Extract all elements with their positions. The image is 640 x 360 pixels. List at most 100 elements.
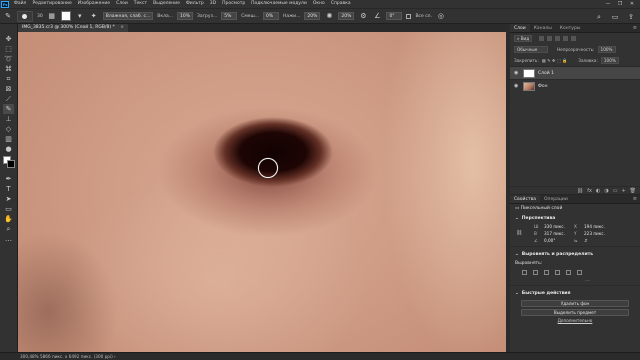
menu-edit[interactable]: Редактирование	[29, 0, 74, 8]
height-field[interactable]: 317 пикс.	[544, 231, 572, 236]
menu-3d[interactable]: 3D	[207, 0, 219, 8]
new-layer-icon[interactable]: +	[621, 187, 625, 194]
angle-field[interactable]: 0°	[386, 12, 403, 20]
menu-layers[interactable]: Слои	[113, 0, 131, 8]
tab-properties[interactable]: Свойства	[510, 195, 540, 203]
blend-mode-select[interactable]: Обычные	[514, 46, 548, 53]
align-bottom-icon[interactable]	[577, 270, 582, 275]
eyedropper-tool-icon[interactable]: ⟋	[3, 94, 14, 104]
lasso-tool-icon[interactable]: ➰	[3, 54, 14, 64]
menu-filter[interactable]: Фильтр	[183, 0, 207, 8]
brush-settings-icon[interactable]: ▦	[47, 11, 57, 21]
tab-history[interactable]: Операции	[540, 195, 572, 203]
rectangle-tool-icon[interactable]: ▭	[3, 204, 14, 214]
align-left-icon[interactable]	[522, 270, 527, 275]
document-tab[interactable]: IMG_3835.cr3 @ 300% (Слой 1, RGB/8) * ×	[18, 24, 129, 32]
zoom-tool-icon[interactable]: ⌕	[3, 224, 14, 234]
blend-preset-select[interactable]: Влажная, слаб. с...	[102, 12, 154, 20]
opacity-field[interactable]: 100%	[597, 46, 616, 53]
link-layers-icon[interactable]: ⛓	[577, 187, 583, 194]
mixer-brush-tool-icon[interactable]: ✎	[3, 104, 14, 114]
move-tool-icon[interactable]: ✥	[3, 34, 14, 44]
menu-help[interactable]: Справка	[328, 0, 354, 8]
filter-smart-icon[interactable]	[571, 36, 577, 41]
menu-plugins[interactable]: Подключаемые модули	[248, 0, 310, 8]
filter-shape-icon[interactable]	[563, 36, 569, 41]
more-actions-link[interactable]: Дополнительно	[510, 318, 640, 323]
layer-filter-select[interactable]: ⌕ Вид	[514, 35, 533, 42]
close-tab-icon[interactable]: ×	[120, 25, 124, 30]
properties-panel-menu-icon[interactable]: ≡	[633, 195, 637, 204]
airbrush-icon[interactable]: ✺	[324, 11, 334, 21]
workspace-icon[interactable]: ▭	[610, 12, 620, 22]
wet-field[interactable]: 10%	[177, 12, 194, 20]
menu-file[interactable]: Файл	[11, 0, 29, 8]
flip-horizontal-icon[interactable]: ⇋	[574, 238, 582, 243]
crop-tool-icon[interactable]: ⌗	[3, 74, 14, 84]
width-field[interactable]: 330 пикс.	[544, 224, 572, 229]
visibility-eye-icon[interactable]: ◉	[514, 83, 520, 89]
pressure-icon[interactable]: ◎	[436, 11, 446, 21]
align-right-icon[interactable]	[544, 270, 549, 275]
minimize-button[interactable]: —	[602, 0, 614, 8]
load-field[interactable]: 5%	[221, 12, 238, 20]
flip-vertical-icon[interactable]: ⇵	[584, 238, 612, 243]
load-brush-icon[interactable]: ▾	[75, 11, 85, 21]
angle-field[interactable]: 0,00°	[544, 238, 572, 243]
eraser-tool-icon[interactable]: ◇	[3, 124, 14, 134]
brush-preset-picker[interactable]	[17, 10, 33, 22]
menu-select[interactable]: Выделение	[150, 0, 183, 8]
type-tool-icon[interactable]: T	[3, 184, 14, 194]
quick-actions-section-header[interactable]: ⌄ Быстрые действия	[510, 288, 640, 298]
menu-type[interactable]: Текст	[131, 0, 150, 8]
select-subject-button[interactable]: Выделить предмет	[521, 309, 629, 316]
tab-paths[interactable]: Контуры	[556, 24, 585, 32]
menu-view[interactable]: Просмотр	[219, 0, 248, 8]
share-icon[interactable]: ⇪	[626, 12, 636, 22]
hand-tool-icon[interactable]: ✋	[3, 214, 14, 224]
mix-field[interactable]: 0%	[262, 12, 279, 20]
filter-adjustment-icon[interactable]	[547, 36, 553, 41]
maximize-button[interactable]: ❐	[614, 0, 626, 8]
filter-type-icon[interactable]	[555, 36, 561, 41]
background-color-swatch[interactable]	[7, 160, 15, 168]
menu-window[interactable]: Окно	[310, 0, 328, 8]
flow-field[interactable]: 20%	[304, 12, 321, 20]
quick-select-tool-icon[interactable]: ⌘	[3, 64, 14, 74]
tab-layers[interactable]: Слои	[510, 24, 530, 32]
gradient-tool-icon[interactable]: ▥	[3, 134, 14, 144]
quick-mask-icon[interactable]	[2, 172, 13, 182]
status-bar[interactable]: 300,48% 5866 пикс. x 6492 пикс. (300 ppi…	[0, 352, 640, 360]
smoothing-field[interactable]: 20%	[338, 12, 355, 20]
layer-row-layer1[interactable]: ◉ Слой 1	[510, 66, 640, 79]
dodge-tool-icon[interactable]: ●	[3, 144, 14, 154]
mixer-brush-tool-icon[interactable]: ✎	[3, 11, 13, 21]
close-button[interactable]: ✕	[626, 0, 638, 8]
align-section-header[interactable]: ⌄ Выровнять и распределить	[510, 249, 640, 259]
frame-tool-icon[interactable]: ⊠	[3, 84, 14, 94]
new-group-icon[interactable]: ▭	[613, 187, 618, 194]
more-tools-icon[interactable]: …	[3, 234, 14, 244]
align-center-icon[interactable]	[533, 270, 538, 275]
align-more-button[interactable]: ...	[510, 277, 640, 283]
lock-icons[interactable]: ▦ ✎ ✥ ⬚ 🔒	[542, 58, 567, 64]
current-brush-load-swatch[interactable]	[60, 11, 71, 21]
marquee-tool-icon[interactable]: ⬚	[3, 44, 14, 54]
stamp-tool-icon[interactable]: ⊥	[3, 114, 14, 124]
add-mask-icon[interactable]: ◐	[596, 187, 600, 194]
delete-layer-icon[interactable]: 🗑	[630, 187, 636, 194]
clean-brush-icon[interactable]: ✦	[89, 11, 99, 21]
document-canvas[interactable]	[18, 32, 506, 352]
adjustment-layer-icon[interactable]: ◑	[604, 187, 608, 194]
menu-image[interactable]: Изображение	[75, 0, 113, 8]
link-dimensions-icon[interactable]: ⛓	[516, 230, 522, 236]
layer-style-icon[interactable]: fx	[587, 187, 592, 194]
path-select-tool-icon[interactable]: ➤	[3, 194, 14, 204]
layers-panel-menu-icon[interactable]: ≡	[633, 24, 637, 33]
fill-field[interactable]: 100%	[600, 57, 619, 64]
remove-background-button[interactable]: Удалить фон	[521, 300, 629, 307]
search-icon[interactable]: ⌕	[594, 12, 604, 22]
smoothing-settings-icon[interactable]: ⚙	[358, 11, 368, 21]
transform-section-header[interactable]: ⌄ Перспектива	[510, 213, 640, 223]
sample-all-layers-checkbox[interactable]	[406, 13, 412, 19]
